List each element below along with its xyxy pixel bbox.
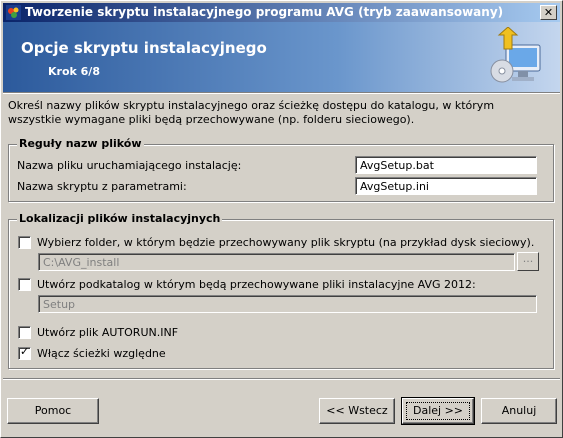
step-indicator: Krok 6/8 bbox=[48, 65, 100, 78]
browse-button[interactable]: ... bbox=[517, 252, 539, 271]
title-bar[interactable]: Tworzenie skryptu instalacyjnego program… bbox=[3, 3, 560, 22]
window-title: Tworzenie skryptu instalacyjnego program… bbox=[25, 5, 504, 19]
back-button[interactable]: << Wstecz bbox=[319, 398, 395, 424]
launcher-filename-input[interactable]: AvgSetup.bat bbox=[355, 156, 537, 174]
page-title: Opcje skryptu instalacyjnego bbox=[21, 39, 267, 57]
params-label: Nazwa skryptu z parametrami: bbox=[17, 180, 187, 193]
footer-separator bbox=[3, 378, 560, 380]
folder-path-input[interactable]: C:\AVG_install bbox=[38, 253, 515, 271]
naming-group: Reguły nazw plików Nazwa pliku uruchamia… bbox=[8, 137, 554, 202]
autorun-checkbox-label: Utwórz plik AUTORUN.INF bbox=[37, 326, 179, 339]
locations-group: Lokalizacji plików instalacyjnych Wybier… bbox=[8, 212, 554, 369]
cancel-button[interactable]: Anuluj bbox=[481, 398, 557, 424]
autorun-checkbox[interactable] bbox=[18, 326, 31, 339]
subdir-checkbox[interactable] bbox=[18, 278, 31, 291]
relative-paths-label: Włącz ścieżki względne bbox=[37, 347, 166, 360]
launcher-label: Nazwa pliku uruchamiającego instalację: bbox=[17, 159, 242, 172]
locations-group-legend: Lokalizacji plików instalacyjnych bbox=[17, 212, 223, 225]
subdir-name-input[interactable]: Setup bbox=[38, 295, 537, 313]
computer-setup-icon bbox=[490, 27, 541, 83]
installer-dialog: Tworzenie skryptu instalacyjnego program… bbox=[0, 0, 563, 438]
help-button[interactable]: Pomoc bbox=[7, 398, 99, 424]
folder-checkbox[interactable] bbox=[18, 236, 31, 249]
checkmark-icon: ✓ bbox=[20, 345, 30, 358]
avg-logo-icon bbox=[6, 5, 21, 20]
header-separator bbox=[3, 92, 560, 94]
folder-checkbox-label: Wybierz folder, w którym będzie przechow… bbox=[37, 236, 535, 249]
close-button[interactable]: ✕ bbox=[540, 5, 557, 20]
description-text: Określ nazwy plików skryptu instalacyjne… bbox=[8, 99, 495, 126]
params-filename-input[interactable]: AvgSetup.ini bbox=[355, 177, 537, 195]
naming-group-legend: Reguły nazw plików bbox=[17, 137, 144, 150]
subdir-checkbox-label: Utwórz podkatalog w którym będą przechow… bbox=[37, 278, 476, 291]
next-button[interactable]: Dalej >> bbox=[401, 397, 475, 425]
wizard-header: Opcje skryptu instalacyjnego Krok 6/8 bbox=[3, 22, 560, 92]
relative-paths-checkbox[interactable]: ✓ bbox=[18, 345, 31, 360]
focus-ring bbox=[406, 402, 470, 420]
